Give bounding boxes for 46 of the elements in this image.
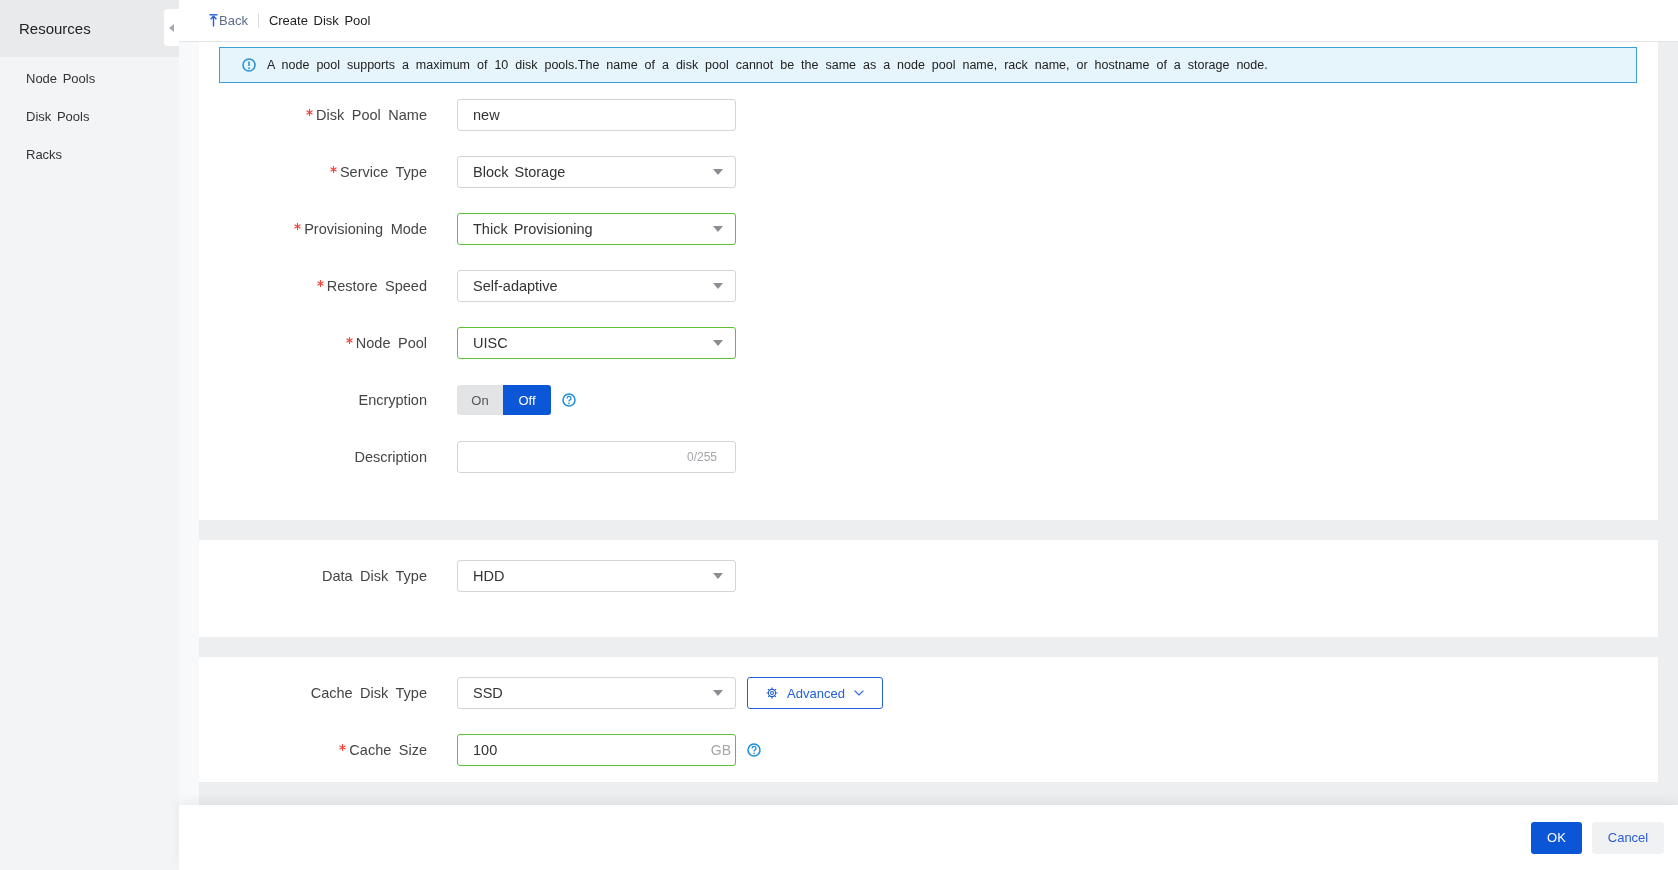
ok-button[interactable]: OK — [1531, 821, 1582, 854]
help-icon[interactable] — [562, 393, 576, 407]
text-field[interactable]: new — [457, 99, 736, 131]
field-label: Cache Size — [349, 742, 427, 758]
dropdown[interactable]: UISC — [457, 327, 736, 359]
dropdown[interactable]: Block Storage — [457, 156, 736, 188]
field-label: Data Disk Type — [321, 568, 427, 584]
help-icon[interactable] — [747, 743, 761, 757]
nav-item[interactable]: Disk Pools — [0, 97, 179, 135]
sidebar-title: Resources — [0, 0, 179, 57]
notice-text: A node pool supports a maximum of 10 disk pools.The name of a disk pool cannot be the same as a node pool name, rack name, or hostname of a storage node. — [267, 58, 1268, 72]
field-label: Disk Pool Name — [316, 107, 427, 123]
caret-down-icon — [713, 690, 723, 696]
nav-item[interactable]: Node Pools — [0, 59, 179, 97]
info-icon — [242, 58, 256, 72]
collapse-button[interactable] — [164, 9, 179, 46]
arrow-up-icon — [209, 14, 218, 27]
field-label: Cache Disk Type — [310, 685, 427, 701]
nav-item[interactable]: Racks — [0, 135, 179, 173]
field-label: Node Pool — [355, 335, 427, 351]
field-label: Description — [354, 449, 427, 465]
character-counter: 0/255 — [686, 449, 717, 466]
caret-down-icon — [713, 226, 723, 232]
dropdown[interactable]: SSD — [457, 677, 736, 709]
toggle-option[interactable]: On — [457, 385, 503, 415]
caret-down-icon — [713, 283, 723, 289]
gear-icon — [766, 687, 779, 699]
page-title: Create Disk Pool — [268, 13, 371, 28]
advanced-button[interactable]: Advanced — [747, 677, 883, 709]
field-label: Restore Speed — [326, 278, 427, 294]
back-link[interactable]: Back — [209, 13, 248, 28]
dropdown[interactable]: Self-adaptive — [457, 270, 736, 302]
text-field[interactable] — [457, 441, 736, 473]
toggle-option[interactable]: Off — [503, 385, 551, 415]
field-label: Service Type — [339, 164, 427, 180]
dropdown[interactable]: HDD — [457, 560, 736, 592]
unit-label: GB — [710, 741, 731, 760]
caret-down-icon — [713, 340, 723, 346]
caret-down-icon — [713, 169, 723, 175]
field-label: Encryption — [358, 392, 427, 408]
caret-left-icon — [169, 23, 174, 32]
dropdown[interactable]: Thick Provisioning — [457, 213, 736, 245]
field-label: Provisioning Mode — [304, 221, 427, 237]
caret-down-icon — [713, 573, 723, 579]
chevron-down-icon — [853, 690, 864, 696]
cancel-button[interactable]: Cancel — [1592, 821, 1664, 854]
